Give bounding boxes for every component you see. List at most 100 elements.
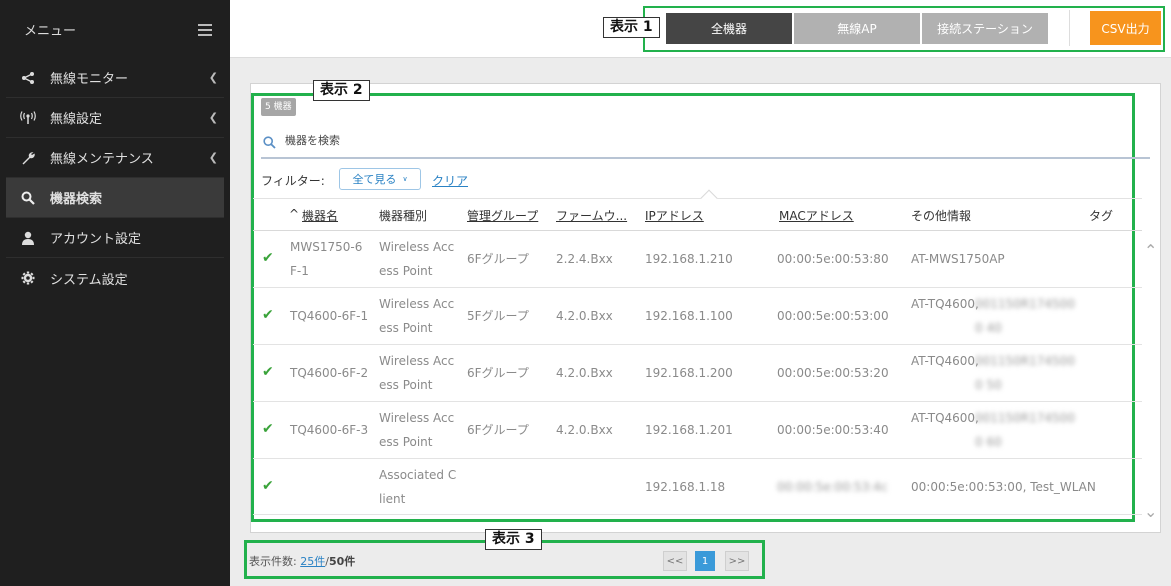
antenna-icon — [20, 110, 36, 126]
column-header-firmware[interactable]: ファームウ... — [556, 207, 627, 224]
total-count: 50件 — [328, 555, 356, 568]
chevron-left-icon: ❮ — [208, 71, 218, 84]
cell-device-type: Wireless Access Point — [379, 354, 455, 392]
sort-asc-icon: ^ — [289, 207, 300, 221]
column-header-device-name[interactable]: 機器名 — [302, 207, 338, 224]
page-1-button[interactable]: 1 — [695, 551, 715, 571]
cell-mac: 00:00:5e:00:53:4c — [777, 480, 888, 494]
cell-device-type: Wireless Access Point — [379, 240, 455, 278]
device-search-bar — [261, 131, 1150, 159]
top-bar: 表示 1 全機器 無線AP 接続ステーション CSV出力 — [230, 0, 1171, 58]
cell-other-info: AT-MWS1750AP — [911, 252, 1005, 266]
column-header-tag: タグ — [1089, 209, 1114, 223]
cell-device-name: TQ4600-6F-3 — [290, 423, 369, 437]
table-row[interactable]: ✔ TQ4600-6F-3 Wireless Access Point 6Fグル… — [253, 402, 1142, 459]
cell-device-name: MWS1750-6F-1 — [290, 240, 363, 278]
filter-stations-button[interactable]: 接続ステーション — [922, 13, 1048, 44]
sidebar-header: メニュー — [0, 0, 230, 58]
column-header-other-info: その他情報 — [911, 209, 972, 223]
device-count-badge: 5 機器 — [261, 98, 296, 116]
cell-ip: 192.168.1.210 — [645, 252, 733, 266]
check-icon: ✔ — [262, 364, 274, 380]
sidebar-item-label: システム設定 — [50, 272, 128, 288]
prev-page-button[interactable]: << — [663, 551, 687, 571]
cell-device-type: Wireless Access Point — [379, 297, 455, 335]
next-page-button[interactable]: >> — [725, 551, 749, 571]
sidebar-item-label: 無線メンテナンス — [50, 152, 154, 167]
cell-mac: 00:00:5e:00:53:40 — [777, 423, 889, 437]
annotation-label-1: 表示 1 — [603, 17, 660, 38]
cell-ip: 192.168.1.18 — [645, 480, 726, 494]
cell-device-type: Associated Client — [379, 468, 457, 506]
cell-firmware: 4.2.0.Bxx — [556, 366, 613, 380]
table-row[interactable]: ✔ TQ4600-6F-2 Wireless Access Point 6Fグル… — [253, 345, 1142, 402]
sidebar-item-label: 無線モニター — [50, 72, 129, 87]
cell-other-info-serial: 001150R1745000 50 — [975, 354, 1075, 392]
chevron-down-icon: ∨ — [402, 175, 408, 183]
column-header-device-type: 機器種別 — [379, 209, 428, 223]
hamburger-menu-icon[interactable] — [198, 23, 212, 36]
cell-mac: 00:00:5e:00:53:80 — [777, 252, 889, 266]
cell-other-info-serial: 001150R1745000 40 — [975, 297, 1075, 335]
check-icon: ✔ — [262, 307, 274, 323]
sidebar-item-wireless-settings[interactable]: 無線設定 ❮ — [6, 98, 224, 138]
cell-group: 6Fグループ — [467, 252, 529, 266]
sidebar-item-device-search[interactable]: 機器検索 — [6, 178, 224, 218]
table-row[interactable]: ✔ Associated Client 192.168.1.18 00:00:5… — [253, 459, 1142, 515]
filter-all-devices-button[interactable]: 全機器 — [666, 13, 792, 44]
filter-value: 全て見る — [352, 173, 397, 186]
cell-ip: 192.168.1.201 — [645, 423, 733, 437]
check-icon: ✔ — [262, 478, 274, 494]
column-header-mac[interactable]: MACアドレス — [779, 207, 854, 224]
gear-icon — [20, 270, 36, 286]
cell-firmware: 4.2.0.Bxx — [556, 423, 613, 437]
cell-ip: 192.168.1.200 — [645, 366, 733, 380]
divider — [1069, 10, 1070, 46]
sidebar-item-system-settings[interactable]: システム設定 — [6, 258, 224, 298]
check-icon: ✔ — [262, 250, 274, 266]
table-row[interactable]: ✔ MWS1750-6F-1 Wireless Access Point 6Fグ… — [253, 231, 1142, 288]
cell-other-info: AT-TQ4600, — [911, 297, 979, 311]
table-row[interactable]: ✔ TQ4600-6F-1 Wireless Access Point 5Fグル… — [253, 288, 1142, 345]
annotation-label-3: 表示 3 — [485, 529, 542, 550]
cell-firmware: 2.2.4.Bxx — [556, 252, 613, 266]
cell-firmware: 4.2.0.Bxx — [556, 309, 613, 323]
wrench-icon — [20, 150, 36, 166]
chevron-left-icon: ❮ — [208, 151, 218, 164]
clear-filter-link[interactable]: クリア — [432, 172, 468, 189]
share-icon — [20, 70, 36, 86]
cell-group: 6Fグループ — [467, 366, 529, 380]
scroll-down-icon[interactable]: ⌄ — [1144, 502, 1157, 521]
column-header-ip[interactable]: IPアドレス — [645, 207, 704, 224]
cell-device-name: TQ4600-6F-2 — [290, 366, 369, 380]
scroll-up-icon[interactable]: ⌃ — [1144, 241, 1157, 260]
table-header: ^ 機器名 機器種別 管理グループ ファームウ... IPアドレス MACアドレ… — [253, 189, 1142, 231]
filter-dropdown[interactable]: 全て見る ∨ — [339, 168, 421, 190]
sidebar-item-wireless-maintenance[interactable]: 無線メンテナンス ❮ — [6, 138, 224, 178]
cell-other-info: AT-TQ4600, — [911, 411, 979, 425]
cell-device-name: TQ4600-6F-1 — [290, 309, 369, 323]
per-page-link[interactable]: 25件 — [300, 555, 325, 568]
sidebar-item-wireless-monitor[interactable]: 無線モニター ❮ — [6, 58, 224, 98]
cell-group: 6Fグループ — [467, 423, 529, 437]
sidebar-item-account-settings[interactable]: アカウント設定 — [6, 218, 224, 258]
cell-group: 5Fグループ — [467, 309, 529, 323]
csv-export-button[interactable]: CSV出力 — [1090, 11, 1161, 45]
filter-label: フィルター: — [261, 174, 325, 188]
sidebar-item-label: 無線設定 — [50, 112, 103, 127]
cell-other-info: AT-TQ4600, — [911, 354, 979, 368]
user-icon — [20, 230, 36, 246]
cell-mac: 00:00:5e:00:53:20 — [777, 366, 889, 380]
search-icon — [20, 190, 36, 206]
cell-ip: 192.168.1.100 — [645, 309, 733, 323]
cell-other-info-serial: 001150R1745000 60 — [975, 411, 1075, 449]
cell-device-type: Wireless Access Point — [379, 411, 455, 449]
cell-mac: 00:00:5e:00:53:00 — [777, 309, 889, 323]
search-input[interactable] — [285, 134, 885, 147]
column-header-group[interactable]: 管理グループ — [467, 207, 538, 224]
sidebar-item-label: 機器検索 — [50, 192, 103, 207]
filter-wireless-ap-button[interactable]: 無線AP — [794, 13, 920, 44]
search-icon — [263, 136, 276, 149]
sidebar: メニュー 無線モニター ❮ 無線設定 ❮ 無線メンテナンス ❮ 機器検索 アカウ… — [0, 0, 230, 586]
annotation-label-2: 表示 2 — [313, 80, 370, 101]
